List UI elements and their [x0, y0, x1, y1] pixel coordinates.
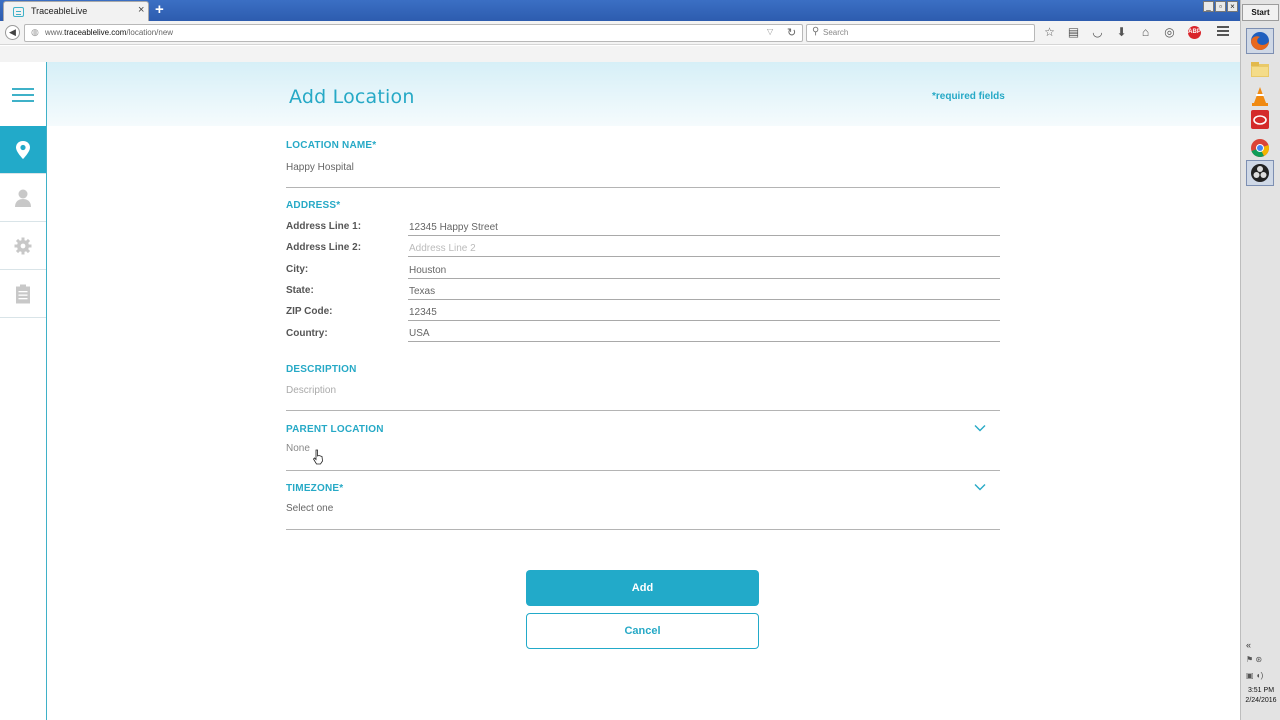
creative-cloud-app-icon[interactable] [1247, 108, 1273, 132]
address-line-1-input[interactable]: 12345 Happy Street [409, 222, 498, 233]
timezone-label: TIMEZONE* [286, 483, 344, 494]
clock-time: 3:51 PM [1247, 687, 1275, 694]
city-input[interactable]: Houston [409, 265, 446, 276]
tray-expand-icon[interactable]: « [1246, 640, 1251, 650]
sidebar-item-reports[interactable] [0, 270, 46, 318]
toolbar-icons: ☆ ▤ ◡ ⬇ ⌂ ◎ ABP [1042, 24, 1206, 41]
action-center-flag-icon[interactable]: ⚑ ⊛ [1246, 655, 1262, 664]
country-underline [408, 341, 1000, 342]
hand-cursor-icon [312, 449, 323, 465]
clipboard-icon [16, 284, 30, 304]
start-button[interactable]: Start [1242, 4, 1279, 21]
pocket-icon[interactable]: ◡ [1090, 24, 1105, 41]
url-bar[interactable]: ◍ www.traceablelive.com/location/new ▽ ↻ [24, 24, 803, 42]
timezone-underline [286, 529, 1000, 530]
search-icon: ⚲ [812, 26, 820, 37]
address-line-2-input[interactable]: Address Line 2 [409, 243, 476, 254]
location-pin-icon [16, 141, 30, 159]
zip-code-underline [408, 320, 1000, 321]
address-line-1-label: Address Line 1: [286, 221, 362, 232]
timezone-chevron-down-icon[interactable] [974, 481, 986, 493]
taskbar-clock[interactable]: 3:51 PM 2/24/2016 [1241, 686, 1280, 706]
location-name-label: LOCATION NAME* [286, 140, 377, 151]
sidebar [0, 62, 47, 720]
sidebar-item-locations[interactable] [0, 126, 46, 174]
cancel-button[interactable]: Cancel [526, 613, 759, 649]
vlc-app-icon[interactable] [1247, 84, 1273, 108]
site-info-icon[interactable]: ◍ [31, 27, 39, 38]
tab-title: TraceableLive [31, 6, 88, 16]
restore-button[interactable]: ▫ [1215, 1, 1226, 12]
address-line-2-label: Address Line 2: [286, 242, 362, 253]
firefox-app-icon[interactable] [1246, 28, 1274, 54]
country-input[interactable]: USA [409, 328, 430, 339]
url-text: www.traceablelive.com/location/new [45, 28, 174, 37]
parent-location-select[interactable]: None [286, 443, 310, 454]
home-icon[interactable]: ⌂ [1138, 24, 1153, 41]
site-favicon-icon [13, 7, 24, 17]
address-label: ADDRESS* [286, 200, 341, 211]
clock-date: 2/24/2016 [1245, 697, 1277, 704]
back-arrow-icon[interactable]: ◀ [5, 25, 20, 40]
browser-tab[interactable]: TraceableLive × [3, 1, 149, 21]
description-underline [286, 410, 1000, 411]
zip-code-label: ZIP Code: [286, 306, 333, 317]
adblock-icon[interactable]: ABP [1186, 24, 1206, 41]
country-label: Country: [286, 328, 328, 339]
file-explorer-app-icon[interactable] [1247, 58, 1273, 82]
bookmarks-list-icon[interactable]: ▤ [1066, 24, 1081, 41]
required-fields-note: *required fields [932, 91, 1005, 102]
sidebar-item-settings[interactable] [0, 222, 46, 270]
obs-app-icon[interactable] [1246, 160, 1274, 186]
chrome-app-icon[interactable] [1247, 136, 1273, 160]
browser-navbar: ◀ ◍ www.traceablelive.com/location/new ▽… [0, 21, 1240, 45]
search-placeholder: Search [823, 28, 849, 37]
bookmark-star-icon[interactable]: ☆ [1042, 24, 1057, 41]
gear-icon [14, 237, 32, 255]
parent-location-label: PARENT LOCATION [286, 424, 384, 435]
new-tab-button[interactable]: + [155, 1, 164, 18]
zip-code-input[interactable]: 12345 [409, 307, 437, 318]
parent-location-chevron-down-icon[interactable] [974, 422, 986, 434]
download-icon[interactable]: ⬇ [1114, 24, 1129, 41]
page-title: Add Location [289, 86, 415, 108]
minimize-button[interactable]: _ [1203, 1, 1214, 12]
sidebar-item-users[interactable] [0, 174, 46, 222]
browser-titlebar: TraceableLive × + _ ▫ × [0, 0, 1240, 21]
web-page: Add Location *required fields LOCATION N… [0, 46, 1240, 720]
windows-taskbar: Start « ⚑ ⊛ ▣ ◖) 3:51 PM 2/24/2016 [1240, 0, 1280, 720]
search-bar[interactable]: ⚲ Search [806, 24, 1035, 42]
page-header: Add Location *required fields [47, 62, 1240, 126]
tab-close-icon[interactable]: × [138, 4, 144, 16]
description-input[interactable]: Description [286, 385, 336, 396]
url-history-dropdown-icon[interactable]: ▽ [767, 27, 773, 36]
network-volume-icons[interactable]: ▣ ◖) [1246, 671, 1263, 680]
user-icon [15, 189, 31, 207]
chat-icon[interactable]: ◎ [1162, 24, 1177, 41]
state-underline [408, 299, 1000, 300]
state-input[interactable]: Texas [409, 286, 435, 297]
page-top-strip [0, 46, 1240, 62]
location-name-underline [286, 187, 1000, 188]
hamburger-menu-icon[interactable] [12, 88, 34, 102]
reload-icon[interactable]: ↻ [787, 26, 796, 39]
city-label: City: [286, 264, 309, 275]
city-underline [408, 278, 1000, 279]
window-controls: _ ▫ × [1203, 1, 1238, 12]
address-line-1-underline [408, 235, 1000, 236]
state-label: State: [286, 285, 314, 296]
address-line-2-underline [408, 256, 1000, 257]
add-button[interactable]: Add [526, 570, 759, 606]
parent-location-underline [286, 470, 1000, 471]
browser-menu-icon[interactable] [1217, 26, 1229, 36]
location-name-input[interactable]: Happy Hospital [286, 162, 354, 173]
timezone-select[interactable]: Select one [286, 503, 333, 514]
close-window-button[interactable]: × [1227, 1, 1238, 12]
description-label: DESCRIPTION [286, 364, 357, 375]
